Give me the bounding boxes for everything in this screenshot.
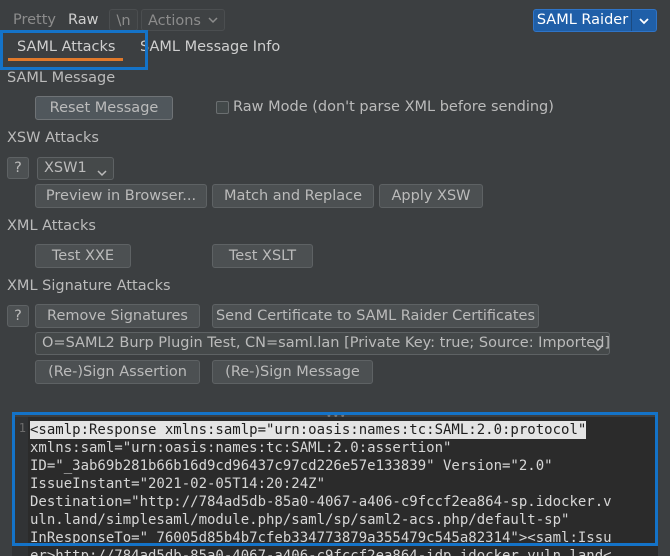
remove-signatures-button[interactable]: Remove Signatures	[35, 304, 200, 328]
resign-assertion-button[interactable]: (Re-)Sign Assertion	[35, 360, 200, 384]
raw-mode-checkbox[interactable]	[216, 101, 229, 114]
xml-attacks-heading: XML Attacks	[7, 218, 96, 234]
xsw-help-button[interactable]: ?	[7, 157, 29, 179]
resign-message-button[interactable]: (Re-)Sign Message	[212, 360, 373, 384]
actions-label: Actions	[148, 13, 201, 29]
xml-code[interactable]: <samlp:Response xmlns:samlp="urn:oasis:n…	[30, 421, 658, 556]
xml-editor[interactable]: 1 <samlp:Response xmlns:samlp="urn:oasis…	[12, 417, 658, 556]
saml-raider-tab[interactable]: SAML Raider	[533, 9, 657, 32]
reset-message-button[interactable]: Reset Message	[35, 96, 173, 120]
raw-mode-label: Raw Mode (don't parse XML before sending…	[233, 99, 554, 115]
match-and-replace-button[interactable]: Match and Replace	[212, 184, 374, 208]
line-number: 1	[18, 421, 26, 435]
newline-toggle-button[interactable]: \n	[109, 9, 138, 31]
certificate-selected-value: O=SAML2 Burp Plugin Test, CN=saml.lan [P…	[42, 335, 610, 351]
apply-xsw-button[interactable]: Apply XSW	[379, 184, 483, 208]
chevron-down-icon	[593, 339, 603, 354]
line-number-gutter: 1	[12, 417, 28, 556]
preview-in-browser-button[interactable]: Preview in Browser...	[35, 184, 207, 208]
code-content[interactable]: xmlns:saml="urn:oasis:names:tc:SAML:2.0:…	[30, 440, 612, 556]
signature-help-button[interactable]: ?	[7, 305, 29, 327]
active-tab-indicator	[8, 58, 123, 61]
xsw-selected-value: XSW1	[44, 160, 87, 176]
chevron-down-icon	[208, 10, 218, 37]
chevron-down-icon[interactable]	[632, 10, 656, 31]
certificate-select[interactable]: O=SAML2 Burp Plugin Test, CN=saml.lan [P…	[35, 332, 610, 355]
tab-saml-message-info[interactable]: SAML Message Info	[140, 37, 280, 63]
saml-raider-label: SAML Raider	[536, 12, 629, 28]
selected-code-line[interactable]: <samlp:Response xmlns:samlp="urn:oasis:n…	[30, 421, 587, 439]
saml-message-heading: SAML Message	[7, 70, 116, 86]
actions-dropdown[interactable]: Actions	[141, 9, 225, 31]
xsw-attacks-heading: XSW Attacks	[7, 130, 99, 146]
xsw-select[interactable]: XSW1	[37, 157, 114, 180]
chevron-down-icon	[97, 164, 107, 179]
test-xxe-button[interactable]: Test XXE	[35, 244, 131, 268]
send-certificate-button[interactable]: Send Certificate to SAML Raider Certific…	[212, 304, 539, 328]
pretty-tab[interactable]: Pretty	[7, 9, 62, 31]
xml-signature-attacks-heading: XML Signature Attacks	[7, 278, 171, 294]
raw-tab[interactable]: Raw	[62, 9, 105, 31]
test-xslt-button[interactable]: Test XSLT	[212, 244, 313, 268]
